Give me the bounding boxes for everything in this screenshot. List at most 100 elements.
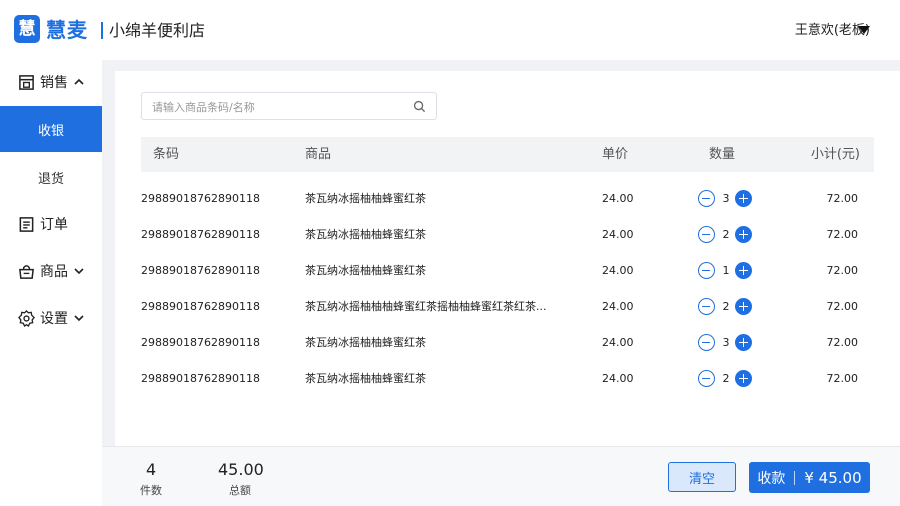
column-header-barcode: 条码 <box>153 147 180 162</box>
cell-price: 24.00 <box>602 264 634 277</box>
quantity-stepper: 3 <box>698 334 752 352</box>
cell-subtotal: 72.00 <box>826 192 859 205</box>
cell-barcode: 29889018762890118 <box>141 300 260 313</box>
column-header-price: 单价 <box>602 147 629 162</box>
quantity-value: 3 <box>722 336 730 349</box>
column-header-subtotal: 小计(元) <box>810 147 860 162</box>
sidebar-item-label: 订单 <box>40 217 68 233</box>
cell-subtotal: 72.00 <box>826 228 859 241</box>
pay-button-amount: ¥ 45.00 <box>804 468 862 487</box>
cell-subtotal: 72.00 <box>826 372 859 385</box>
cell-barcode: 29889018762890118 <box>141 264 260 277</box>
quantity-stepper: 2 <box>698 298 752 316</box>
table-row: 29889018762890118 茶瓦纳冰摇柚柚蜂蜜红茶 24.00 1 72… <box>141 253 874 289</box>
table-row: 29889018762890118 茶瓦纳冰摇柚柚蜂蜜红茶 24.00 2 72… <box>141 361 874 397</box>
plus-icon[interactable] <box>735 370 752 387</box>
quantity-value: 1 <box>722 264 730 277</box>
plus-icon[interactable] <box>735 226 752 243</box>
top-bar: 慧 慧麦 小绵羊便利店 王意欢(老板) <box>0 0 900 60</box>
cell-product-name: 茶瓦纳冰摇柚柚蜂蜜红茶 <box>305 264 426 277</box>
total-amount-label: 总额 <box>229 484 251 497</box>
chevron-down-icon <box>74 268 84 275</box>
cell-product-name: 茶瓦纳冰摇柚柚蜂蜜红茶 <box>305 228 426 241</box>
cell-subtotal: 72.00 <box>826 300 859 313</box>
plus-icon[interactable] <box>735 190 752 207</box>
minus-icon[interactable] <box>698 298 715 315</box>
table-header: 条码 商品 单价 数量 小计(元) <box>141 137 874 172</box>
quantity-stepper: 3 <box>698 190 752 208</box>
sidebar-item-products[interactable]: 商品 <box>0 251 102 291</box>
table-row: 29889018762890118 茶瓦纳冰摇柚柚蜂蜜红茶 24.00 3 72… <box>141 181 874 217</box>
quantity-stepper: 2 <box>698 370 752 388</box>
pay-button-label: 收款 <box>757 470 786 487</box>
main-panel: 条码 商品 单价 数量 小计(元) 29889018762890118 茶瓦纳冰… <box>115 71 900 506</box>
minus-icon[interactable] <box>698 190 715 207</box>
table-row: 29889018762890118 茶瓦纳冰摇柚柚柚蜂蜜红茶摇柚柚蜂蜜红茶红茶.… <box>141 289 874 325</box>
sidebar-item-returns[interactable]: 退货 <box>0 154 102 200</box>
quantity-stepper: 1 <box>698 262 752 280</box>
checkout-bar: 4 件数 45.00 总额 清空 收款 ¥ 45.00 <box>102 446 900 506</box>
chevron-down-icon <box>74 315 84 322</box>
search-icon[interactable] <box>413 100 426 113</box>
minus-icon[interactable] <box>698 226 715 243</box>
logo-icon: 慧 <box>14 15 40 43</box>
cell-product-name: 茶瓦纳冰摇柚柚蜂蜜红茶 <box>305 336 426 349</box>
pay-button-divider <box>794 470 796 485</box>
brand-divider <box>101 22 103 39</box>
sidebar-item-sales[interactable]: 销售 <box>0 62 102 102</box>
plus-icon[interactable] <box>735 298 752 315</box>
search-input[interactable] <box>152 99 402 115</box>
minus-icon[interactable] <box>698 370 715 387</box>
sidebar-item-label: 销售 <box>40 75 68 91</box>
quantity-stepper: 2 <box>698 226 752 244</box>
cell-product-name: 茶瓦纳冰摇柚柚蜂蜜红茶 <box>305 192 426 205</box>
cell-subtotal: 72.00 <box>826 264 859 277</box>
quantity-value: 3 <box>722 192 730 205</box>
minus-icon[interactable] <box>698 334 715 351</box>
sidebar-item-settings[interactable]: 设置 <box>0 298 102 338</box>
cell-product-name: 茶瓦纳冰摇柚柚柚蜂蜜红茶摇柚柚蜂蜜红茶红茶... <box>305 300 547 313</box>
cell-price: 24.00 <box>602 192 634 205</box>
column-header-product: 商品 <box>305 147 332 162</box>
sidebar-item-label: 退货 <box>37 171 64 187</box>
brand-name: 慧麦 <box>46 18 88 42</box>
search-box[interactable] <box>141 92 437 120</box>
cell-barcode: 29889018762890118 <box>141 228 260 241</box>
cell-product-name: 茶瓦纳冰摇柚柚蜂蜜红茶 <box>305 372 426 385</box>
sidebar: 销售 收银 退货 订单 商品 设置 <box>0 60 102 506</box>
gear-icon <box>18 309 35 327</box>
cell-subtotal: 72.00 <box>826 336 859 349</box>
sidebar-item-label: 收银 <box>37 123 64 139</box>
cell-barcode: 29889018762890118 <box>141 192 260 205</box>
item-count-value: 4 <box>146 460 157 479</box>
clear-button[interactable]: 清空 <box>668 462 736 492</box>
plus-icon[interactable] <box>735 334 752 351</box>
cell-price: 24.00 <box>602 300 634 313</box>
store-icon <box>19 74 34 90</box>
sidebar-item-label: 商品 <box>40 264 68 280</box>
quantity-value: 2 <box>722 228 730 241</box>
plus-icon[interactable] <box>735 262 752 279</box>
sidebar-item-orders[interactable]: 订单 <box>0 204 102 244</box>
cell-price: 24.00 <box>602 372 634 385</box>
item-count-label: 件数 <box>140 484 162 497</box>
cell-price: 24.00 <box>602 336 634 349</box>
cell-price: 24.00 <box>602 228 634 241</box>
store-name: 小绵羊便利店 <box>109 21 206 40</box>
bag-icon <box>19 264 34 279</box>
document-icon <box>19 216 34 232</box>
cell-barcode: 29889018762890118 <box>141 372 260 385</box>
table-row: 29889018762890118 茶瓦纳冰摇柚柚蜂蜜红茶 24.00 3 72… <box>141 325 874 361</box>
column-header-quantity: 数量 <box>709 147 736 162</box>
quantity-value: 2 <box>722 300 730 313</box>
sidebar-item-label: 设置 <box>40 311 68 327</box>
cell-barcode: 29889018762890118 <box>141 336 260 349</box>
table-row: 29889018762890118 茶瓦纳冰摇柚柚蜂蜜红茶 24.00 2 72… <box>141 217 874 253</box>
chevron-up-icon <box>74 78 84 85</box>
quantity-value: 2 <box>722 372 730 385</box>
total-amount-value: 45.00 <box>218 460 264 479</box>
sidebar-item-cashier[interactable]: 收银 <box>0 106 102 152</box>
minus-icon[interactable] <box>698 262 715 279</box>
caret-down-icon[interactable] <box>858 26 870 34</box>
pay-button[interactable]: 收款 ¥ 45.00 <box>749 462 870 493</box>
